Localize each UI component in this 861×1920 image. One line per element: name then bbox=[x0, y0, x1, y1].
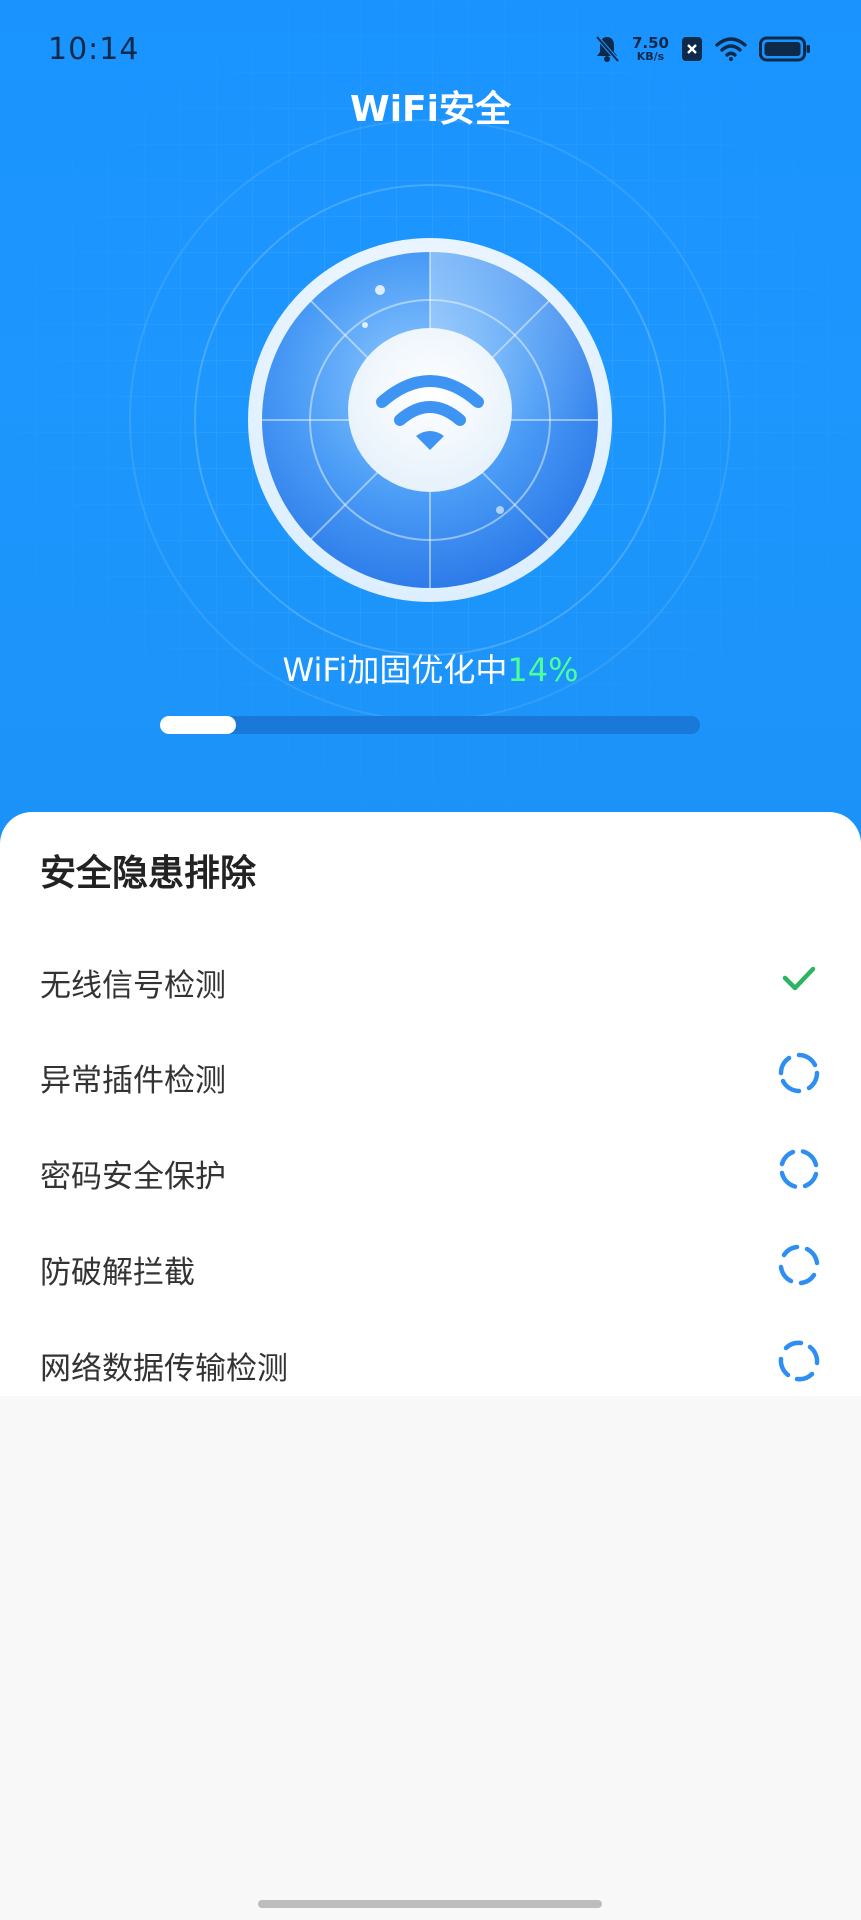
check-item-label: 异常插件检测 bbox=[40, 1063, 226, 1099]
check-item-label: 网络数据传输检测 bbox=[40, 1351, 288, 1387]
check-item-label: 防破解拦截 bbox=[40, 1255, 195, 1291]
wifi-signal-icon bbox=[715, 37, 747, 61]
progress-percent: 14% bbox=[507, 651, 579, 689]
progress-text: WiFi加固优化中 bbox=[282, 651, 508, 689]
bell-muted-icon bbox=[595, 35, 620, 63]
check-item-plugin: 异常插件检测 bbox=[0, 1027, 861, 1123]
check-item-password: 密码安全保护 bbox=[0, 1123, 861, 1219]
radar-graphic bbox=[0, 120, 861, 680]
loading-spinner-icon bbox=[778, 1052, 820, 1094]
hero-section: 10:14 7.50 KB/s WiFi安全 WiFi加固优化中14% bbox=[0, 0, 861, 860]
sim-off-icon bbox=[682, 37, 702, 61]
sheet-title: 安全隐患排除 bbox=[40, 853, 257, 894]
check-icon bbox=[782, 966, 816, 991]
check-item-anti-crack: 防破解拦截 bbox=[0, 1219, 861, 1315]
battery-icon bbox=[759, 36, 810, 62]
progress-bar-fill bbox=[160, 716, 236, 734]
home-indicator[interactable] bbox=[258, 1900, 602, 1908]
check-item-label: 无线信号检测 bbox=[40, 968, 226, 1004]
status-icons: 7.50 KB/s bbox=[594, 34, 811, 64]
loading-spinner-icon bbox=[778, 1340, 820, 1382]
check-item-wireless-signal: 无线信号检测 bbox=[0, 932, 861, 1028]
clock: 10:14 bbox=[48, 32, 140, 67]
progress-label: WiFi加固优化中14% bbox=[0, 645, 861, 691]
check-item-data-transfer: 网络数据传输检测 bbox=[0, 1315, 861, 1411]
network-speed: 7.50 KB/s bbox=[631, 33, 669, 63]
loading-spinner-icon bbox=[778, 1244, 820, 1286]
radar-icon bbox=[248, 238, 612, 602]
progress-bar bbox=[160, 716, 700, 734]
loading-spinner-icon bbox=[779, 1149, 819, 1189]
security-check-sheet: 安全隐患排除 无线信号检测 异常插件检测 密码安全保护 防破解拦截 网络数据传输… bbox=[0, 812, 861, 1396]
check-item-label: 密码安全保护 bbox=[40, 1159, 226, 1195]
